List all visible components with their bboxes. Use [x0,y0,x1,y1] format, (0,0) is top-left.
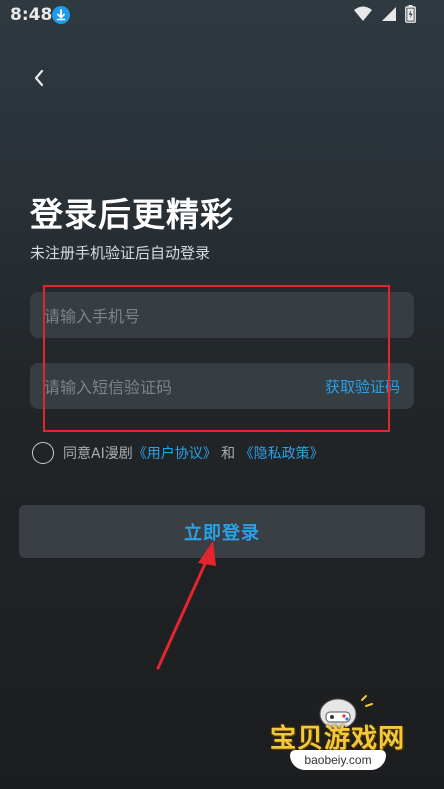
watermark-url: baobeiy.com [290,750,386,770]
watermark-logo: 宝贝游戏网 baobeiy.com [266,692,416,782]
annotation-arrow [156,541,216,670]
